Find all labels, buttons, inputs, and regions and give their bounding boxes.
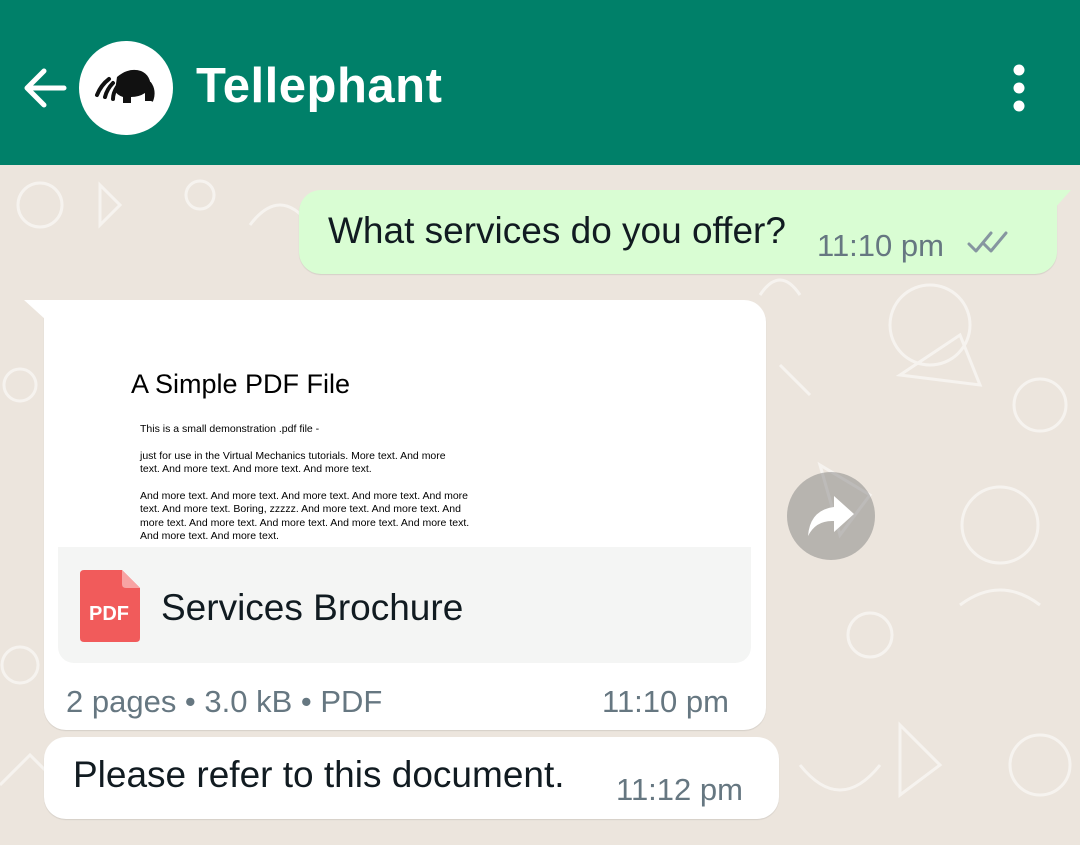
outgoing-message-bubble[interactable]: What services do you offer? 11:10 pm bbox=[299, 190, 1071, 274]
preview-title: A Simple PDF File bbox=[131, 369, 351, 399]
arrow-left-icon bbox=[24, 68, 67, 108]
document-preview[interactable]: A Simple PDF File This is a small demons… bbox=[58, 314, 751, 547]
bubble-tail bbox=[1055, 190, 1071, 208]
incoming-message-bubble[interactable]: Please refer to this document. 11:12 pm bbox=[44, 737, 779, 819]
message-text: What services do you offer? bbox=[328, 210, 786, 251]
message-text: Please refer to this document. bbox=[73, 754, 565, 795]
double-check-icon bbox=[967, 231, 1008, 253]
pdf-file-icon: PDF bbox=[80, 570, 140, 642]
document-meta: 2 pages • 3.0 kB • PDF bbox=[66, 684, 383, 719]
document-message-bubble[interactable]: A Simple PDF File This is a small demons… bbox=[24, 300, 766, 730]
preview-line: And more text. And more text. And more t… bbox=[140, 490, 468, 502]
preview-line: more text. And more text. And more text.… bbox=[140, 517, 470, 529]
more-vertical-icon bbox=[1013, 64, 1025, 112]
preview-line: And more text. And more text. bbox=[140, 530, 279, 542]
file-name: Services Brochure bbox=[161, 587, 464, 628]
message-time: 11:10 pm bbox=[602, 684, 729, 719]
back-button[interactable] bbox=[18, 62, 70, 114]
pdf-icon-label: PDF bbox=[89, 603, 129, 625]
elephant-logo-icon bbox=[95, 69, 155, 103]
contact-name[interactable]: Tellephant bbox=[196, 58, 442, 114]
forward-arrow-icon bbox=[808, 496, 854, 536]
preview-line: just for use in the Virtual Mechanics tu… bbox=[140, 450, 446, 462]
contact-avatar[interactable] bbox=[79, 41, 173, 135]
preview-line: text. And more text. Boring, zzzzz. And … bbox=[140, 503, 461, 515]
chat-header: Tellephant bbox=[0, 0, 1080, 165]
preview-line: This is a small demonstration .pdf file … bbox=[140, 423, 320, 435]
forward-button[interactable] bbox=[787, 472, 875, 560]
bubble-tail bbox=[24, 300, 46, 320]
preview-line: text. And more text. And more text. And … bbox=[140, 463, 372, 475]
message-time: 11:12 pm bbox=[616, 772, 743, 807]
document-file-row[interactable]: PDF Services Brochure bbox=[58, 547, 751, 663]
more-options-button[interactable] bbox=[1000, 62, 1038, 116]
message-time: 11:10 pm bbox=[817, 228, 944, 263]
